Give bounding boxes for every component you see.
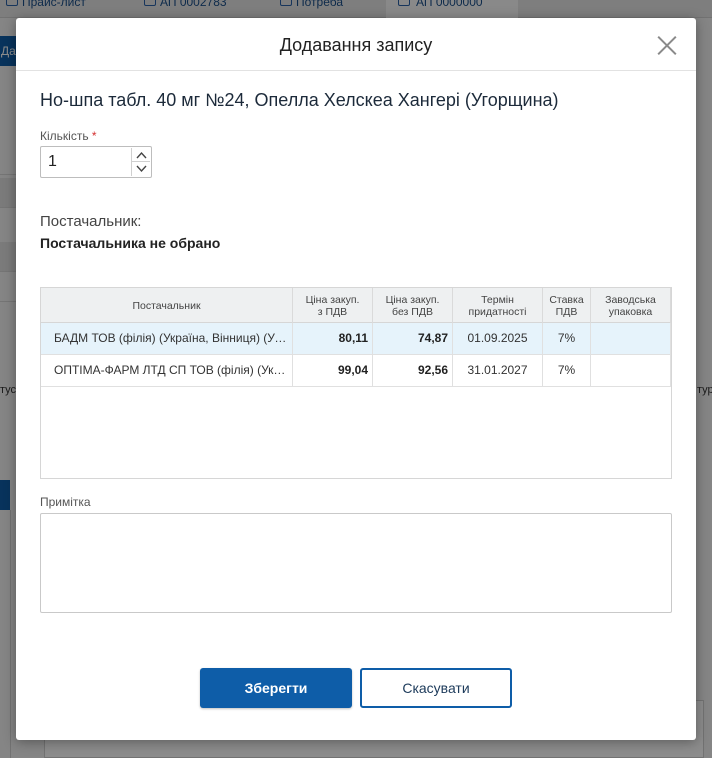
cell-factory-pack	[591, 355, 671, 386]
close-icon[interactable]	[656, 34, 678, 56]
chevron-up-icon	[136, 151, 147, 159]
dialog-header: Додавання запису	[16, 18, 696, 71]
table-header: Постачальник Ціна закуп. з ПДВ Ціна заку…	[41, 288, 671, 323]
cell-price-novat: 92,56	[373, 355, 453, 386]
cell-vat-rate: 7%	[543, 355, 591, 386]
cell-factory-pack	[591, 323, 671, 354]
supplier-table: Постачальник Ціна закуп. з ПДВ Ціна заку…	[40, 287, 672, 479]
table-row[interactable]: БАДМ ТОВ (філія) (Україна, Вінниця) (Укр…	[41, 323, 671, 355]
product-title: Но-шпа табл. 40 мг №24, Опелла Хелскеа Х…	[40, 90, 559, 110]
quantity-decrement-button[interactable]	[131, 162, 150, 176]
cell-vat-rate: 7%	[543, 323, 591, 354]
required-mark: *	[91, 129, 97, 143]
table-row[interactable]: ОПТІМА-ФАРМ ЛТД СП ТОВ (філія) (Україна)…	[41, 355, 671, 387]
cell-price-novat: 74,87	[373, 323, 453, 354]
cell-expiry: 31.01.2027	[453, 355, 543, 386]
column-header-supplier[interactable]: Постачальник	[41, 288, 293, 323]
cell-expiry: 01.09.2025	[453, 323, 543, 354]
quantity-stepper	[40, 146, 152, 178]
note-textarea[interactable]	[40, 513, 672, 613]
cell-price-vat: 99,04	[293, 355, 373, 386]
quantity-increment-button[interactable]	[131, 148, 150, 162]
add-record-dialog: Додавання запису Но-шпа табл. 40 мг №24,…	[16, 18, 696, 740]
cancel-button[interactable]: Скасувати	[360, 668, 512, 708]
supplier-value: Постачальника не обрано	[40, 235, 221, 251]
column-header-price-vat[interactable]: Ціна закуп. з ПДВ	[293, 288, 373, 323]
column-header-vat-rate[interactable]: Ставка ПДВ	[543, 288, 591, 323]
cell-price-vat: 80,11	[293, 323, 373, 354]
supplier-label: Постачальник:	[40, 213, 142, 230]
note-label: Примітка	[40, 495, 91, 509]
column-header-price-novat[interactable]: Ціна закуп. без ПДВ	[373, 288, 453, 323]
quantity-label: Кількість *	[40, 129, 97, 143]
column-header-expiry[interactable]: Термін придатності	[453, 288, 543, 323]
cell-supplier: ОПТІМА-ФАРМ ЛТД СП ТОВ (філія) (Україна)	[41, 355, 293, 386]
quantity-input[interactable]	[41, 147, 129, 177]
chevron-down-icon	[136, 165, 147, 173]
save-button[interactable]: Зберегти	[200, 668, 352, 708]
dialog-title: Додавання запису	[279, 35, 433, 55]
column-header-factory-pack[interactable]: Заводська упаковка	[591, 288, 671, 323]
cell-supplier: БАДМ ТОВ (філія) (Україна, Вінниця) (Укр…	[41, 323, 293, 354]
